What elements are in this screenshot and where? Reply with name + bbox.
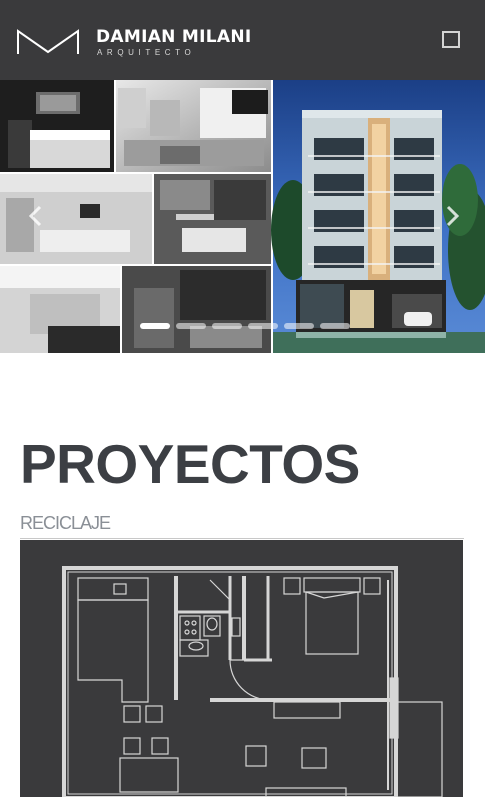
logo-icon[interactable] — [16, 28, 80, 56]
pager-dot-4[interactable] — [248, 323, 278, 329]
pager-dot-3[interactable] — [212, 323, 242, 329]
pager-dot-5[interactable] — [284, 323, 314, 329]
chevron-left-icon[interactable] — [26, 203, 46, 229]
slider-image — [0, 80, 485, 353]
pager-dot-2[interactable] — [176, 323, 206, 329]
brand-name[interactable]: DAMIAN MILANI — [96, 27, 252, 47]
pager-dot-6[interactable] — [320, 323, 350, 329]
divider — [20, 538, 464, 539]
pager-dot-1[interactable] — [140, 323, 170, 329]
menu-button[interactable] — [442, 31, 460, 48]
chevron-right-icon[interactable] — [442, 203, 462, 229]
section-title: PROYECTOS — [20, 433, 360, 495]
project-category[interactable]: RECICLAJE — [20, 513, 111, 534]
image-slider[interactable] — [0, 80, 485, 353]
site-header: DAMIAN MILANI ARQUITECTO — [0, 0, 485, 80]
floor-plan-drawing — [62, 566, 443, 797]
brand-subtitle: ARQUITECTO — [97, 48, 196, 57]
project-image[interactable] — [20, 540, 463, 797]
